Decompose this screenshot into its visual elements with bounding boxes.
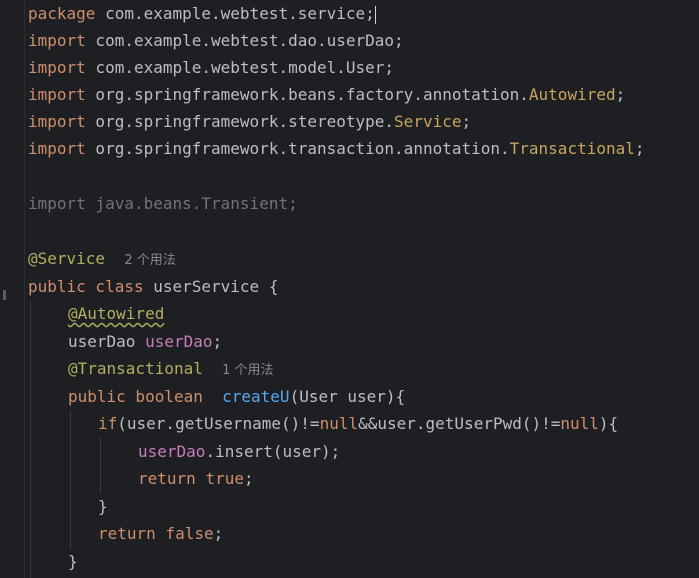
keyword: public boolean [68, 387, 203, 406]
method-name: createU [222, 387, 290, 406]
code-line-brace[interactable]: } [98, 493, 108, 520]
code-text: com.example.webtest.service; [95, 4, 375, 23]
field-name: userDao [145, 332, 213, 351]
keyword: false [165, 524, 214, 543]
class-name: Autowired [528, 85, 616, 104]
code-line-package[interactable]: package com.example.webtest.service; [28, 0, 376, 27]
code-line-brace[interactable]: } [68, 548, 78, 575]
code-text: ; [461, 112, 472, 131]
code-text: } [68, 552, 78, 571]
code-line-class-decl[interactable]: public class userService { [28, 273, 278, 300]
indent-guide [30, 300, 31, 578]
code-text: org.springframework.stereotype. [85, 112, 395, 131]
code-text: ; [634, 139, 645, 158]
code-text: } [98, 497, 108, 516]
code-line-annotation[interactable]: @Transactional 1 个用法 [68, 355, 274, 382]
gutter-separator [24, 0, 25, 578]
code-text: userService { [143, 277, 279, 296]
code-line-import[interactable]: import com.example.webtest.model.User; [28, 54, 394, 81]
code-text: com.example.webtest.model.User; [85, 58, 395, 77]
code-line-import[interactable]: import org.springframework.beans.factory… [28, 81, 625, 108]
keyword: package [28, 4, 96, 23]
keyword: import [28, 85, 86, 104]
code-line-import[interactable]: import com.example.webtest.dao.userDao; [28, 27, 404, 54]
class-name: Transactional [509, 139, 635, 158]
keyword: if [98, 414, 118, 433]
usage-hint[interactable]: 2 个用法 [124, 253, 175, 268]
code-text: org.springframework.beans.factory.annota… [85, 85, 529, 104]
keyword: null [560, 414, 599, 433]
code-text: .insert(user); [205, 442, 341, 461]
code-text: &&user.getUserPwd()!= [358, 414, 561, 433]
field-name: userDao [138, 442, 206, 461]
code-text: org.springframework.transaction.annotati… [85, 139, 510, 158]
code-text: ; [615, 85, 626, 104]
code-line-method-decl[interactable]: public boolean createU(User user){ [68, 383, 405, 410]
code-text: ; [243, 469, 254, 488]
code-text: (user.getUsername()!= [117, 414, 320, 433]
code-line-annotation[interactable]: @Autowired [68, 300, 164, 327]
keyword: import [28, 31, 86, 50]
code-line-import[interactable]: import org.springframework.stereotype.Se… [28, 108, 471, 135]
code-line-if[interactable]: if(user.getUsername()!=null&&user.getUse… [98, 410, 618, 437]
keyword: return [138, 469, 196, 488]
code-line-unused-import[interactable]: import java.beans.Transient; [28, 190, 298, 217]
code-text: (User user){ [289, 387, 406, 406]
indent-guide [100, 438, 101, 494]
keyword: import [28, 112, 86, 131]
keyword: import [28, 139, 86, 158]
keyword: import [28, 58, 86, 77]
type-name: userDao [68, 332, 146, 351]
annotation: @Transactional [68, 359, 203, 378]
keyword: public class [28, 277, 144, 296]
keyword: true [205, 469, 244, 488]
text-caret [374, 5, 376, 24]
code-text: com.example.webtest.dao.userDao; [85, 31, 404, 50]
code-text: import java.beans.Transient; [28, 194, 298, 213]
indent-guide [70, 410, 71, 550]
code-line-field[interactable]: userDao userDao; [68, 328, 222, 355]
code-line-import[interactable]: import org.springframework.transaction.a… [28, 135, 645, 162]
code-text: ; [212, 332, 223, 351]
code-line-annotation[interactable]: @Service 2 个用法 [28, 245, 176, 272]
annotation: @Autowired [68, 304, 165, 323]
usage-hint[interactable]: 1 个用法 [222, 363, 273, 378]
code-text: ; [213, 524, 224, 543]
code-line-return[interactable]: return false; [98, 520, 223, 547]
annotation: @Service [28, 249, 106, 268]
class-name: Service [394, 112, 462, 131]
keyword: return [98, 524, 156, 543]
fold-marker[interactable] [3, 290, 6, 300]
code-line-statement[interactable]: userDao.insert(user); [138, 438, 340, 465]
code-text: ){ [598, 414, 619, 433]
code-line-return[interactable]: return true; [138, 465, 254, 492]
keyword: null [319, 414, 359, 433]
